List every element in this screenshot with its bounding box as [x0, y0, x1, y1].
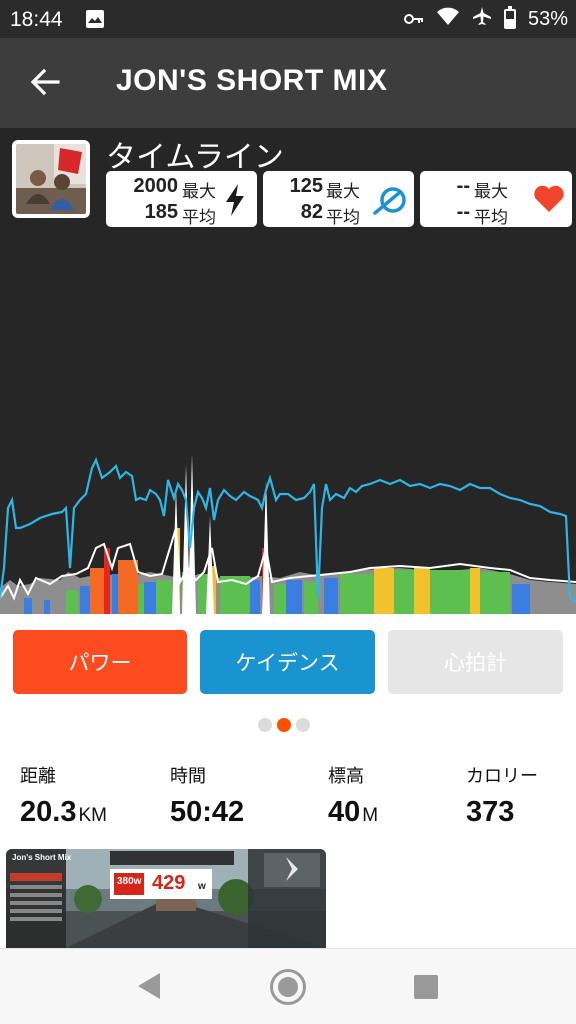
- zone-bar: [250, 580, 260, 614]
- distance-metric: 距離 20.3 KM: [20, 762, 107, 829]
- page-dot[interactable]: [296, 718, 310, 732]
- distance-value: 20.3: [20, 796, 77, 828]
- nav-recents-icon[interactable]: [414, 975, 438, 999]
- system-nav-bar: [0, 948, 576, 1024]
- elevation-metric: 標高 40 M: [328, 762, 378, 829]
- airplane-mode-icon: [472, 6, 492, 32]
- zone-bar: [66, 590, 78, 614]
- gallery-notification-icon: [86, 10, 104, 28]
- page-dot-active[interactable]: [277, 718, 291, 732]
- thumbnail-power-unit: w: [198, 881, 206, 892]
- page-indicator: [258, 718, 310, 732]
- battery-icon: [503, 6, 516, 29]
- thumbnail-title: Jon's Short Mix: [12, 853, 72, 862]
- nav-home-icon[interactable]: [270, 969, 306, 1005]
- thumbnail-target: 380w: [117, 876, 142, 887]
- power-zone-bars: [24, 528, 530, 614]
- distance-label: 距離: [20, 766, 56, 787]
- calories-metric: カロリー 373: [466, 762, 538, 829]
- thumbnail-power-reading: 429: [152, 872, 186, 894]
- zone-bar: [144, 582, 156, 614]
- status-time: 18:44: [10, 8, 63, 31]
- zone-bar: [430, 570, 470, 614]
- elevation-value: 40: [328, 796, 361, 828]
- time-metric: 時間 50:42: [170, 762, 244, 829]
- zone-bar: [44, 600, 50, 614]
- tab-power[interactable]: パワー: [13, 630, 187, 694]
- app-bar: JON'S SHORT MIX: [0, 38, 576, 128]
- timeline-chart[interactable]: [0, 128, 576, 614]
- elevation-unit: M: [362, 805, 379, 826]
- calories-label: カロリー: [466, 766, 538, 787]
- zone-bar: [324, 578, 338, 614]
- back-arrow-icon[interactable]: [24, 60, 68, 104]
- zone-bar: [138, 584, 144, 614]
- zone-bar: [414, 568, 430, 614]
- zone-bar: [24, 598, 32, 614]
- zone-bar: [118, 560, 138, 614]
- page-title: JON'S SHORT MIX: [116, 64, 388, 97]
- page-dot[interactable]: [258, 718, 272, 732]
- elevation-label: 標高: [328, 766, 364, 787]
- zone-bar: [394, 570, 414, 614]
- zone-bar: [286, 580, 302, 614]
- zone-bar: [80, 586, 90, 614]
- calories-value: 373: [466, 796, 515, 828]
- tab-cadence[interactable]: ケイデンス: [200, 630, 375, 694]
- status-bar: 18:44 53%: [0, 0, 576, 38]
- ride-screenshot-thumbnail[interactable]: Jon's Short Mix 380w 429 w: [6, 849, 326, 948]
- key-icon: [403, 8, 424, 31]
- time-value: 50:42: [170, 796, 245, 828]
- battery-percent: 53%: [527, 7, 568, 30]
- activity-detail-screen: 18:44 53% JON'S SHORT MIX タイムライン 2000 最大…: [0, 0, 576, 1024]
- zone-bar: [90, 568, 104, 614]
- distance-unit: KM: [78, 805, 107, 826]
- zone-bar: [274, 584, 286, 614]
- zone-bar: [480, 572, 510, 614]
- zone-bar: [512, 584, 530, 614]
- tab-heart-rate[interactable]: 心拍計: [388, 630, 563, 694]
- nav-back-icon[interactable]: [136, 971, 162, 1005]
- zone-bar: [156, 580, 172, 614]
- zone-bar: [470, 568, 480, 614]
- wifi-icon: [436, 6, 460, 32]
- zone-bar: [304, 582, 318, 614]
- zone-bar: [374, 568, 394, 614]
- time-label: 時間: [170, 766, 206, 787]
- zone-bar: [340, 574, 374, 614]
